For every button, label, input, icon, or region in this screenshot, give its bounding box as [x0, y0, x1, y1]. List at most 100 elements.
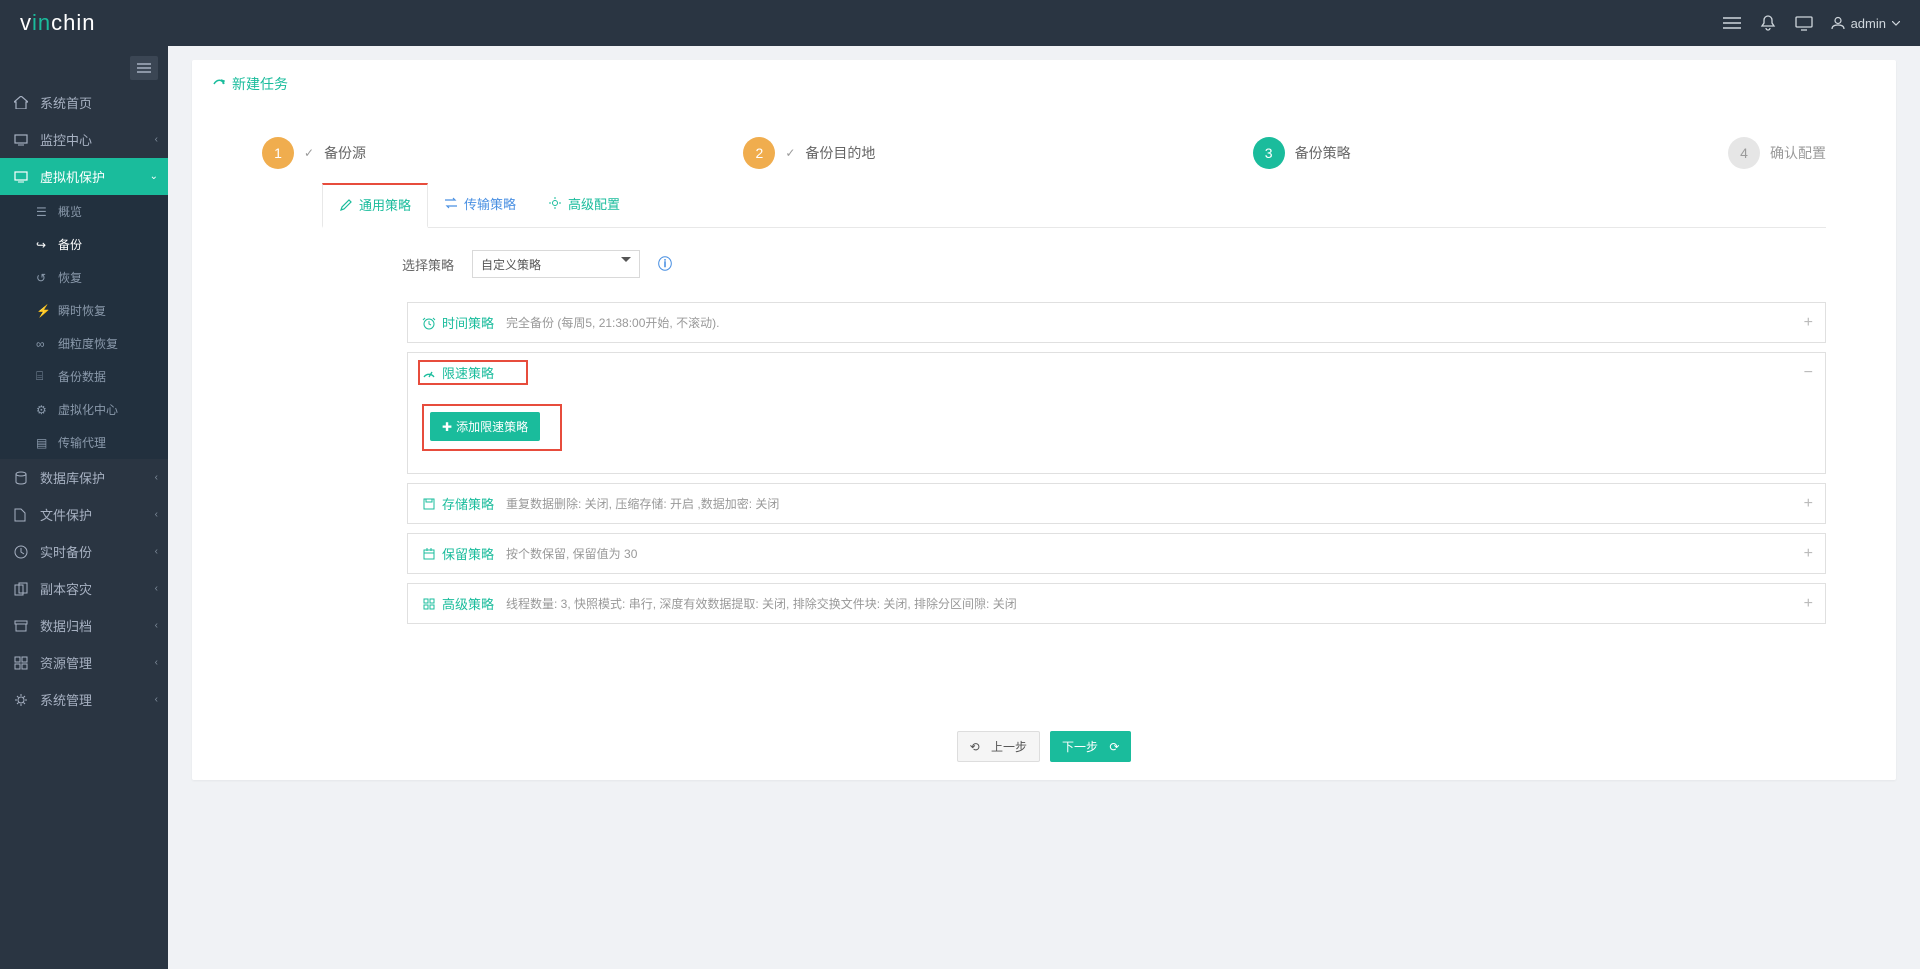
- menu-label: 资源管理: [40, 653, 92, 672]
- submenu-instant[interactable]: ⚡瞬时恢复: [0, 294, 168, 327]
- chevron-left-icon: ‹: [155, 657, 158, 668]
- submenu-label: 备份数据: [58, 368, 106, 385]
- menu-label: 数据库保护: [40, 468, 105, 487]
- sidebar-toggle[interactable]: [130, 56, 158, 80]
- chevron-left-icon: ‹: [155, 583, 158, 594]
- monitor-icon[interactable]: [1795, 14, 1813, 32]
- plus-icon: ✚: [442, 420, 452, 434]
- acc-speed-body: ✚添加限速策略: [408, 392, 1825, 473]
- acc-speed-head[interactable]: 限速策略 −: [408, 353, 1825, 392]
- submenu-label: 瞬时恢复: [58, 302, 106, 319]
- next-button[interactable]: 下一步 ⟳: [1050, 731, 1131, 762]
- wizard-steps: 1✓备份源 2✓备份目的地 3备份策略 4确认配置: [192, 109, 1896, 183]
- acc-advanced-head[interactable]: 高级策略 线程数量: 3, 快照模式: 串行, 深度有效数据提取: 关闭, 排除…: [408, 584, 1825, 623]
- add-speed-policy-button[interactable]: ✚添加限速策略: [430, 412, 540, 441]
- expand-icon: +: [1804, 495, 1813, 513]
- expand-icon: +: [1804, 545, 1813, 563]
- policy-tabs: 通用策略 传输策略 高级配置: [322, 183, 1826, 228]
- check-icon: ✓: [785, 146, 795, 160]
- menu-monitor[interactable]: 监控中心‹: [0, 121, 168, 158]
- submenu-granular[interactable]: ∞ 细粒度恢复: [0, 327, 168, 360]
- bell-icon[interactable]: [1759, 14, 1777, 32]
- chevron-down-icon: [1892, 21, 1900, 26]
- menu-system[interactable]: 系统管理‹: [0, 681, 168, 718]
- submenu-overview[interactable]: ☰概览: [0, 195, 168, 228]
- forward-icon: ⟳: [1109, 740, 1119, 754]
- policy-select[interactable]: 自定义策略: [472, 250, 640, 278]
- submenu-proxy[interactable]: ▤传输代理: [0, 426, 168, 459]
- menu-db-protect[interactable]: 数据库保护 ‹: [0, 459, 168, 496]
- chevron-left-icon: ‹: [155, 620, 158, 631]
- chevron-left-icon: ‹: [155, 509, 158, 520]
- copy-icon: [14, 582, 32, 596]
- list-icon[interactable]: [1723, 14, 1741, 32]
- expand-icon: +: [1804, 314, 1813, 332]
- expand-icon: +: [1804, 595, 1813, 613]
- logo-chin: chin: [51, 10, 95, 35]
- acc-desc: 重复数据删除: 关闭, 压缩存储: 开启 ,数据加密: 关闭: [506, 495, 779, 512]
- gear-icon: [14, 693, 32, 707]
- submenu-backup[interactable]: ↪备份: [0, 228, 168, 261]
- db-icon: [14, 471, 32, 485]
- info-icon[interactable]: ⓘ: [658, 254, 672, 274]
- archive-icon: [14, 620, 32, 632]
- select-value: 自定义策略: [481, 256, 541, 273]
- menu-resource[interactable]: 资源管理 ‹: [0, 644, 168, 681]
- link-icon: ∞: [36, 337, 52, 351]
- menu-label: 文件保护: [40, 505, 92, 524]
- wizard-panel: 新建任务 1✓备份源 2✓备份目的地 3备份策略 4确认配置 通用策略 传输策略…: [192, 60, 1896, 780]
- acc-storage-head[interactable]: 存储策略 重复数据删除: 关闭, 压缩存储: 开启 ,数据加密: 关闭 +: [408, 484, 1825, 523]
- db-icon: ⌸: [36, 369, 52, 384]
- tab-advanced[interactable]: 高级配置: [532, 183, 636, 227]
- prev-button[interactable]: ⟲ 上一步: [957, 731, 1040, 762]
- gauge-icon: [422, 366, 436, 380]
- step-4[interactable]: 4确认配置: [1728, 137, 1826, 169]
- submenu-restore[interactable]: ↺恢复: [0, 261, 168, 294]
- menu-label: 副本容灾: [40, 579, 92, 598]
- display-icon: [14, 171, 32, 183]
- acc-title-text: 存储策略: [442, 494, 494, 513]
- tab-general[interactable]: 通用策略: [322, 183, 428, 228]
- page-title-text: 新建任务: [232, 74, 288, 94]
- server-icon: ▤: [36, 436, 52, 450]
- tab-transfer[interactable]: 传输策略: [428, 183, 532, 227]
- chevron-left-icon: ‹: [155, 694, 158, 705]
- menu-vm-protect[interactable]: 虚拟机保护⌄: [0, 158, 168, 195]
- vm-submenu: ☰概览 ↪备份 ↺恢复 ⚡瞬时恢复 ∞ 细粒度恢复 ⌸ 备份数据 ⚙虚拟化中心 ▤传…: [0, 195, 168, 459]
- step-num: 1: [262, 137, 294, 169]
- menu-home[interactable]: 系统首页: [0, 84, 168, 121]
- acc-desc: 按个数保留, 保留值为 30: [506, 545, 637, 562]
- submenu-label: 细粒度恢复: [58, 335, 118, 352]
- acc-speed: 限速策略 − ✚添加限速策略: [407, 352, 1826, 474]
- tab-label: 通用策略: [359, 195, 411, 214]
- step-3[interactable]: 3备份策略: [1253, 137, 1351, 169]
- menu-realtime[interactable]: 实时备份‹: [0, 533, 168, 570]
- home-icon: [14, 96, 32, 109]
- menu-label: 系统首页: [40, 93, 92, 112]
- tab-label: 传输策略: [464, 194, 516, 213]
- acc-title-text: 保留策略: [442, 544, 494, 563]
- menu-file-protect[interactable]: 文件保护 ‹: [0, 496, 168, 533]
- submenu-label: 恢复: [58, 269, 82, 286]
- submenu-data[interactable]: ⌸ 备份数据: [0, 360, 168, 393]
- user-name: admin: [1851, 16, 1886, 31]
- submenu-vcenter[interactable]: ⚙虚拟化中心: [0, 393, 168, 426]
- menu-archive[interactable]: 数据归档 ‹: [0, 607, 168, 644]
- menu-label: 数据归档: [40, 616, 92, 635]
- menu-replica[interactable]: 副本容灾 ‹: [0, 570, 168, 607]
- acc-retain-head[interactable]: 保留策略 按个数保留, 保留值为 30 +: [408, 534, 1825, 573]
- step-label: 备份策略: [1295, 143, 1351, 163]
- user-menu[interactable]: admin: [1831, 16, 1900, 31]
- chevron-left-icon: ‹: [155, 472, 158, 483]
- step-num: 2: [743, 137, 775, 169]
- wizard-footer: ⟲ 上一步 下一步 ⟳: [192, 731, 1896, 762]
- step-2[interactable]: 2✓备份目的地: [743, 137, 875, 169]
- highlight-box: ✚添加限速策略: [422, 404, 562, 451]
- step-label: 确认配置: [1770, 143, 1826, 163]
- form-area: 选择策略 自定义策略 ⓘ: [192, 228, 1896, 302]
- acc-time-head[interactable]: 时间策略 完全备份 (每周5, 21:38:00开始, 不滚动). +: [408, 303, 1825, 342]
- panel-head: 新建任务: [192, 60, 1896, 109]
- chevron-down-icon: ⌄: [150, 171, 158, 182]
- step-1[interactable]: 1✓备份源: [262, 137, 366, 169]
- alarm-icon: [422, 316, 436, 330]
